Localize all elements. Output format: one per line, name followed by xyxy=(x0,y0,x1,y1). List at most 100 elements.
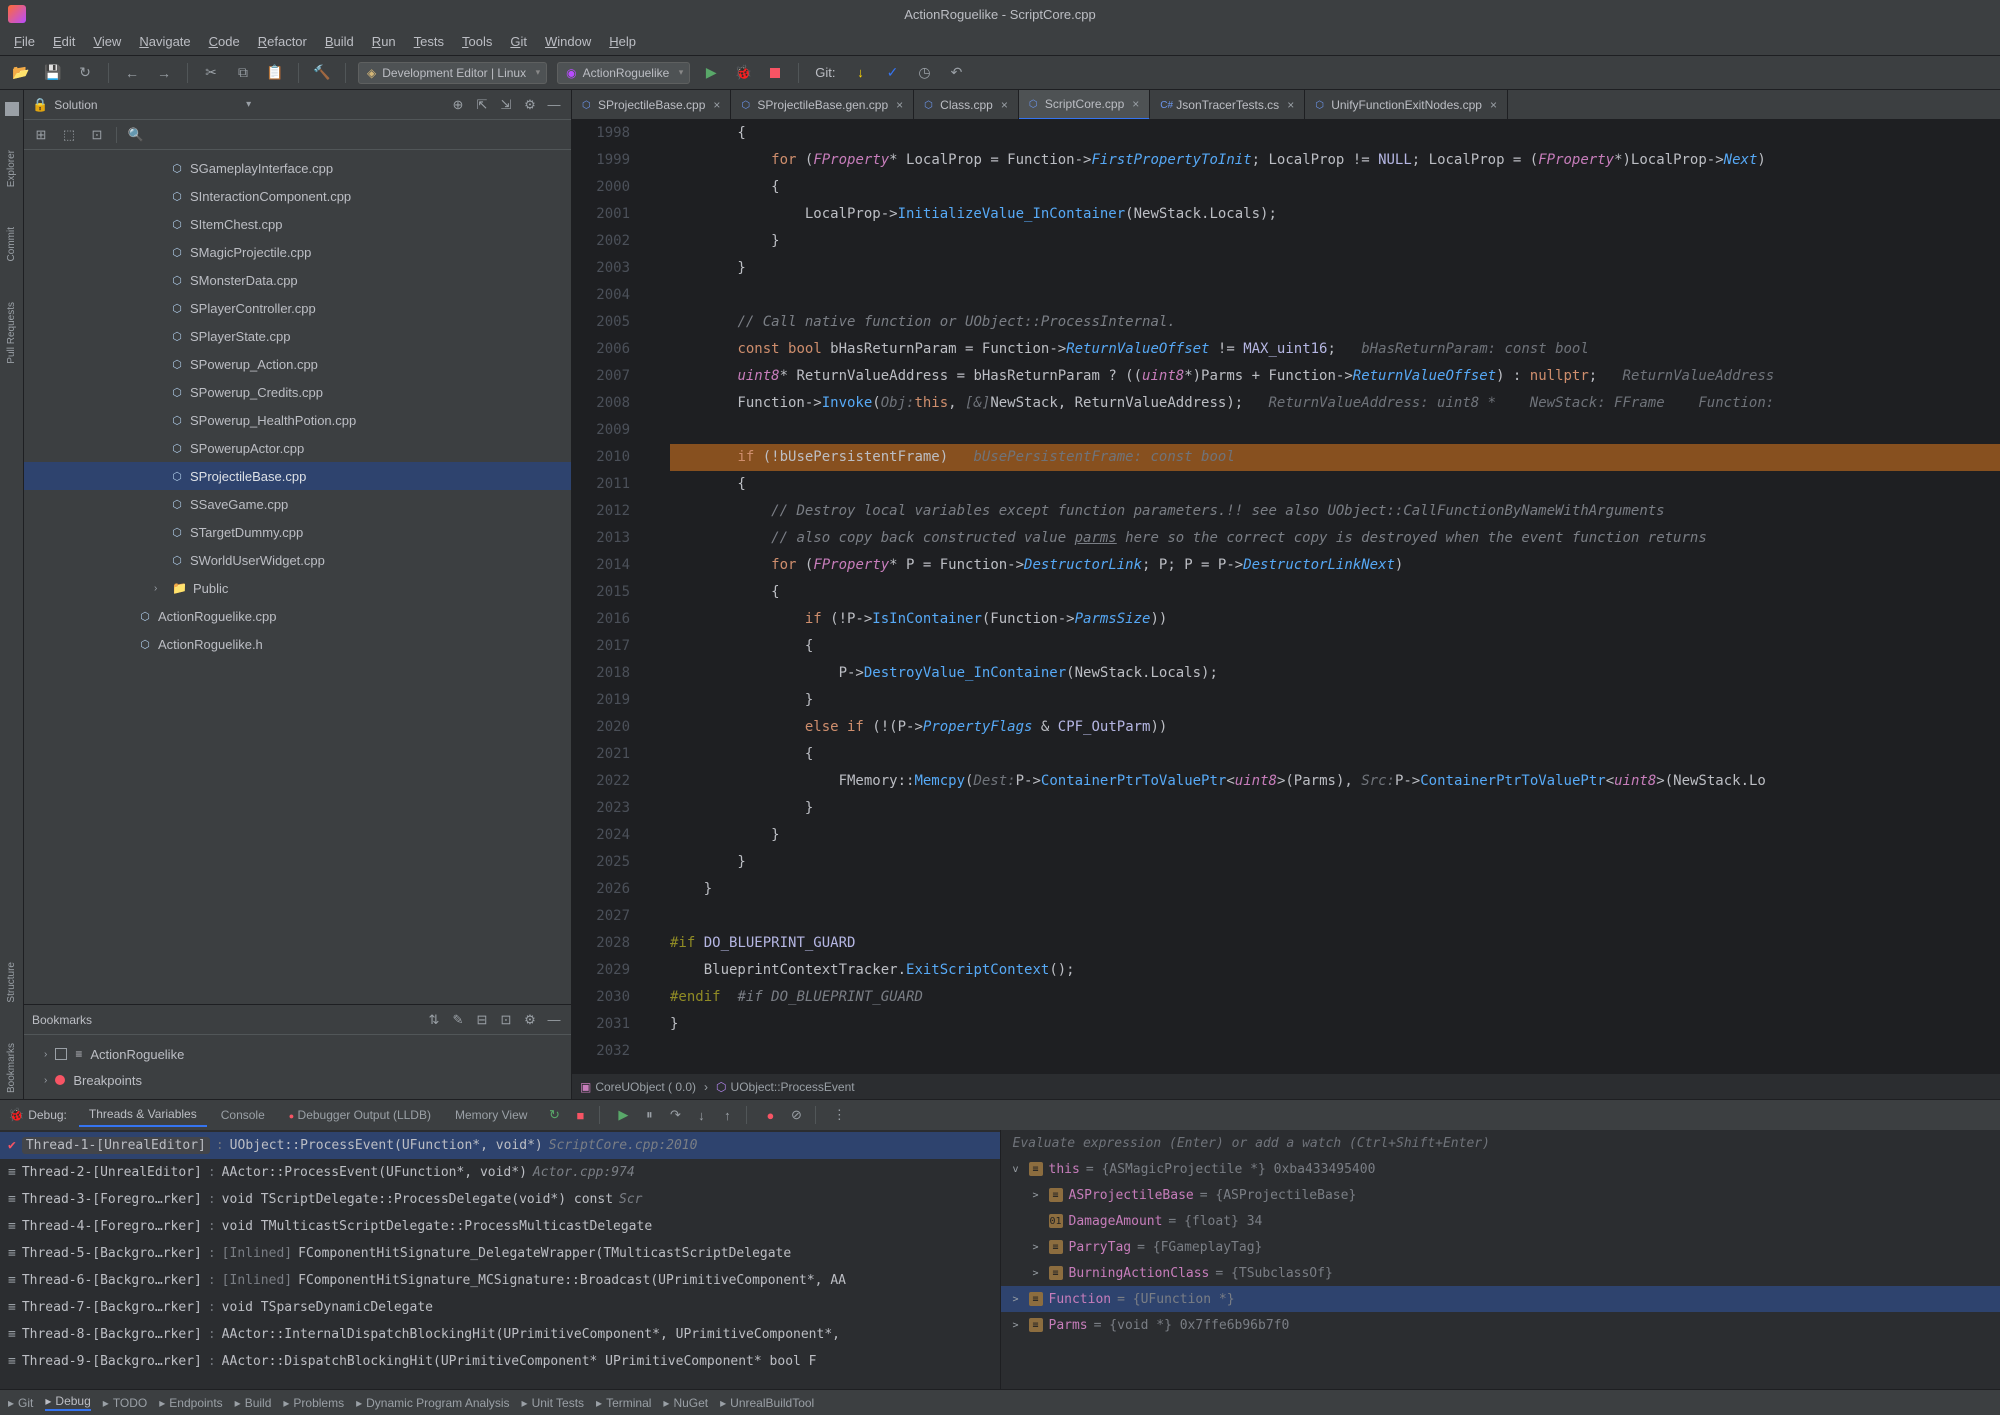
thread-row[interactable]: ≡ Thread-6-[Backgro…rker] : [Inlined] FC… xyxy=(0,1267,1000,1294)
checkbox-icon[interactable] xyxy=(55,1048,67,1060)
run-icon[interactable]: ▶ xyxy=(700,62,722,84)
thread-row[interactable]: ≡ Thread-9-[Backgro…rker] : AActor::Disp… xyxy=(0,1348,1000,1375)
menu-item-refactor[interactable]: Refactor xyxy=(250,32,315,51)
thread-row[interactable]: ≡ Thread-5-[Backgro…rker] : [Inlined] FC… xyxy=(0,1240,1000,1267)
menu-item-edit[interactable]: Edit xyxy=(45,32,83,51)
file-item[interactable]: ⬡SPlayerState.cpp xyxy=(24,322,571,350)
file-item[interactable]: ⬡SPowerup_Action.cpp xyxy=(24,350,571,378)
debug-tab-threads[interactable]: Threads & Variables xyxy=(79,1103,207,1127)
stop-icon[interactable] xyxy=(764,62,786,84)
status-item-dynamic-program-analysis[interactable]: ▸ Dynamic Program Analysis xyxy=(356,1396,509,1410)
debug-tab-memory[interactable]: Memory View xyxy=(445,1104,537,1126)
scissors-icon[interactable]: ✂ xyxy=(200,62,222,84)
editor-tab[interactable]: ⬡Class.cpp× xyxy=(914,90,1019,120)
menu-item-help[interactable]: Help xyxy=(601,32,644,51)
editor-tab[interactable]: ⬡UnifyFunctionExitNodes.cpp× xyxy=(1305,90,1508,120)
menu-item-build[interactable]: Build xyxy=(317,32,362,51)
hammer-icon[interactable]: 🔨 xyxy=(311,62,333,84)
threads-pane[interactable]: ✔ Thread-1-[UnrealEditor] : UObject::Pro… xyxy=(0,1130,1000,1389)
close-tab-icon[interactable]: × xyxy=(1001,98,1008,112)
menu-item-tools[interactable]: Tools xyxy=(454,32,500,51)
tool-tab-explorer[interactable]: Explorer xyxy=(4,144,19,193)
crumb-function[interactable]: ⬡ UObject::ProcessEvent xyxy=(716,1080,855,1094)
editor-tab[interactable]: ⬡ScriptCore.cpp× xyxy=(1019,90,1150,120)
settings-icon[interactable]: ⚙ xyxy=(521,96,539,114)
menu-item-git[interactable]: Git xyxy=(502,32,535,51)
editor-tab[interactable]: ⬡SProjectileBase.gen.cpp× xyxy=(731,90,914,120)
file-item[interactable]: ⬡SInteractionComponent.cpp xyxy=(24,182,571,210)
step-into-icon[interactable]: ↓ xyxy=(692,1106,710,1124)
folder-public[interactable]: ›📁Public xyxy=(24,574,571,602)
debug-icon[interactable]: 🐞 xyxy=(732,62,754,84)
pause-icon[interactable]: ⏸ xyxy=(640,1106,658,1124)
variable-row[interactable]: >≡ ParryTag = {FGameplayTag} xyxy=(1001,1234,2000,1260)
step-over-icon[interactable]: ↷ xyxy=(666,1106,684,1124)
thread-row[interactable]: ≡ Thread-4-[Foregro…rker] : void TMultic… xyxy=(0,1213,1000,1240)
filter-c-icon[interactable]: ⊡ xyxy=(88,126,106,144)
thread-row[interactable]: ≡ Thread-3-[Foregro…rker] : void TScript… xyxy=(0,1186,1000,1213)
file-item[interactable]: ⬡SPowerupActor.cpp xyxy=(24,434,571,462)
file-item[interactable]: ⬡SProjectileBase.cpp xyxy=(24,462,571,490)
bm-minimize-icon[interactable]: — xyxy=(545,1011,563,1029)
restart-icon[interactable]: ↻ xyxy=(545,1106,563,1124)
bm-item-breakpoints[interactable]: › Breakpoints xyxy=(24,1067,571,1093)
thread-row[interactable]: ≡ Thread-8-[Backgro…rker] : AActor::Inte… xyxy=(0,1321,1000,1348)
variable-row[interactable]: >≡ BurningActionClass = {TSubclassOf} xyxy=(1001,1260,2000,1286)
resume-icon[interactable]: ▶ xyxy=(614,1106,632,1124)
thread-row[interactable]: ≡ Thread-2-[UnrealEditor] : AActor::Proc… xyxy=(0,1159,1000,1186)
menu-item-tests[interactable]: Tests xyxy=(406,32,452,51)
close-tab-icon[interactable]: × xyxy=(896,98,903,112)
tool-tab-pull-requests[interactable]: Pull Requests xyxy=(4,296,19,370)
bm-icon-1[interactable]: ⇅ xyxy=(425,1011,443,1029)
code-content[interactable]: { for (FProperty* LocalProp = Function->… xyxy=(640,120,2000,1073)
close-tab-icon[interactable]: × xyxy=(1287,98,1294,112)
copy-icon[interactable]: ⧉ xyxy=(232,62,254,84)
status-item-problems[interactable]: ▸ Problems xyxy=(283,1396,344,1410)
variable-row[interactable]: >≡ ASProjectileBase = {ASProjectileBase} xyxy=(1001,1182,2000,1208)
menu-item-navigate[interactable]: Navigate xyxy=(131,32,198,51)
debug-tab-console[interactable]: Console xyxy=(211,1104,275,1126)
editor-viewport[interactable]: 1998199920002001200220032004200520062007… xyxy=(572,120,2000,1073)
variable-row[interactable]: 01 DamageAmount = {float} 34 xyxy=(1001,1208,2000,1234)
close-tab-icon[interactable]: × xyxy=(1490,98,1497,112)
target-icon[interactable]: ⊕ xyxy=(449,96,467,114)
menu-item-run[interactable]: Run xyxy=(364,32,404,51)
status-item-endpoints[interactable]: ▸ Endpoints xyxy=(159,1396,222,1410)
eval-input[interactable]: Evaluate expression (Enter) or add a wat… xyxy=(1001,1130,2000,1156)
filter-b-icon[interactable]: ⬚ xyxy=(60,126,78,144)
file-item[interactable]: ⬡SWorldUserWidget.cpp xyxy=(24,546,571,574)
back-icon[interactable]: ← xyxy=(121,62,143,84)
menu-item-window[interactable]: Window xyxy=(537,32,599,51)
menu-item-file[interactable]: File xyxy=(6,32,43,51)
status-item-terminal[interactable]: ▸ Terminal xyxy=(596,1396,651,1410)
status-item-git[interactable]: ▸ Git xyxy=(8,1396,33,1410)
mute-bp-icon[interactable]: ⊘ xyxy=(787,1106,805,1124)
debug-run-icon[interactable]: 🐞 xyxy=(8,1107,24,1123)
bm-edit-icon[interactable]: ✎ xyxy=(449,1011,467,1029)
file-item[interactable]: ⬡SItemChest.cpp xyxy=(24,210,571,238)
editor-tab[interactable]: C#JsonTracerTests.cs× xyxy=(1150,90,1305,120)
forward-icon[interactable]: → xyxy=(153,62,175,84)
view-bp-icon[interactable]: ● xyxy=(761,1106,779,1124)
expand-icon[interactable]: ⇲ xyxy=(497,96,515,114)
bm-icon-3[interactable]: ⊟ xyxy=(473,1011,491,1029)
git-update-icon[interactable]: ✓ xyxy=(882,62,904,84)
more-icon[interactable]: ⋮ xyxy=(830,1106,848,1124)
file-item[interactable]: ⬡SMagicProjectile.cpp xyxy=(24,238,571,266)
tool-tab-structure[interactable]: Structure xyxy=(4,956,19,1009)
file-item[interactable]: ⬡ActionRoguelike.cpp xyxy=(24,602,571,630)
close-tab-icon[interactable]: × xyxy=(713,98,720,112)
status-item-nuget[interactable]: ▸ NuGet xyxy=(663,1396,708,1410)
git-push-icon[interactable]: ↓ xyxy=(850,62,872,84)
file-item[interactable]: ⬡SPowerup_Credits.cpp xyxy=(24,378,571,406)
bm-settings-icon[interactable]: ⚙ xyxy=(521,1011,539,1029)
minimize-icon[interactable]: — xyxy=(545,96,563,114)
status-item-build[interactable]: ▸ Build xyxy=(235,1396,272,1410)
bm-item-project[interactable]: › ≡ ActionRoguelike xyxy=(24,1041,571,1067)
file-item[interactable]: ⬡SPowerup_HealthPotion.cpp xyxy=(24,406,571,434)
file-item[interactable]: ⬡STargetDummy.cpp xyxy=(24,518,571,546)
file-item[interactable]: ⬡SPlayerController.cpp xyxy=(24,294,571,322)
menu-item-view[interactable]: View xyxy=(85,32,129,51)
crumb-module[interactable]: ▣ CoreUObject ( 0.0) xyxy=(580,1080,696,1094)
editor-breadcrumb[interactable]: ▣ CoreUObject ( 0.0) › ⬡ UObject::Proces… xyxy=(572,1073,2000,1099)
